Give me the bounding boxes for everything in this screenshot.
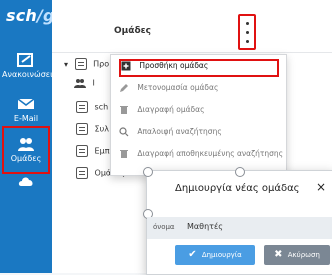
brand-logo[interactable]: sch/gr <box>6 6 63 30</box>
tree-item-label: sch <box>94 102 109 112</box>
more-options-button[interactable] <box>238 14 256 50</box>
sidebar: sch/gr Ανακοινώσεις E-Mail Ομάδες <box>0 0 63 273</box>
sidebar-item-announcements[interactable]: Ανακοινώσεις <box>2 44 58 92</box>
trash-icon <box>120 106 128 114</box>
menu-item-label: Απαλοιφή αναζήτησης <box>137 127 222 136</box>
brand-name: sch <box>6 6 37 25</box>
menu-item-add-group[interactable]: Προσθήκη ομάδας <box>119 59 279 77</box>
pencil-icon <box>120 84 128 92</box>
menu-item-label: Μετονομασία ομάδας <box>137 83 219 92</box>
cancel-button-label: Ακύρωση <box>287 251 320 259</box>
sidebar-item-label: Ομάδες <box>10 154 42 163</box>
menu-item-label: Προσθήκη ομάδας <box>139 61 209 70</box>
group-icon <box>74 58 87 70</box>
check-icon: ✔ <box>188 249 197 260</box>
groups-icon <box>18 138 34 151</box>
group-icon <box>76 167 88 179</box>
sidebar-item-label: Ανακοινώσεις <box>2 70 58 79</box>
page-title: Ομάδες <box>114 26 151 36</box>
create-button-label: Δημιουργία <box>201 251 242 259</box>
sidebar-item-label: E-Mail <box>13 114 39 123</box>
header: Ομάδες <box>52 0 332 53</box>
tree-item-label: Ι <box>92 78 95 88</box>
dot-icon <box>245 22 249 25</box>
cloud-icon <box>18 177 33 186</box>
add-square-icon <box>121 61 131 71</box>
create-button[interactable]: ✔ Δημιουργία <box>175 245 255 265</box>
tree-item[interactable]: Εμπ <box>76 145 110 163</box>
dot-icon <box>245 40 249 43</box>
group-icon <box>76 101 88 113</box>
dot-icon <box>245 31 249 34</box>
mail-icon <box>17 98 35 109</box>
users-icon <box>74 79 86 88</box>
resize-handle[interactable] <box>235 167 245 177</box>
cancel-button[interactable]: ✖ Ακύρωση <box>264 245 330 265</box>
group-icon <box>76 145 88 157</box>
menu-item-rename-group[interactable]: Μετονομασία ομάδας <box>119 83 279 101</box>
create-group-dialog: Δημιουργία νέας ομάδας × όνομα Μαθητές ✔… <box>143 167 332 275</box>
name-label: όνομα <box>153 223 175 231</box>
trash-icon <box>120 150 128 158</box>
tree-item-label: Εμπ <box>94 146 110 156</box>
tree-item[interactable]: ▾ Προ <box>64 58 109 76</box>
announcement-icon <box>17 53 33 67</box>
tree-item[interactable]: Συλ <box>76 123 109 141</box>
resize-handle[interactable] <box>143 167 153 177</box>
x-icon: ✖ <box>274 249 283 260</box>
group-icon <box>76 123 88 135</box>
menu-item-clear-search[interactable]: Απαλοιφή αναζήτησης <box>119 127 279 145</box>
tree-item-label: Προ <box>93 59 110 69</box>
tree-item[interactable]: sch <box>76 101 108 119</box>
context-menu: Προσθήκη ομάδας Μετονομασία ομάδας Διαγρ… <box>110 54 287 176</box>
search-icon <box>119 127 129 137</box>
menu-item-delete-saved-search[interactable]: Διαγραφή αποθηκευμένης αναζήτησης <box>119 149 283 167</box>
name-input[interactable]: Μαθητές <box>187 222 223 231</box>
sidebar-item-cloud[interactable] <box>2 165 50 213</box>
dialog-title: Δημιουργία νέας ομάδας <box>175 183 300 194</box>
chevron-down-icon[interactable]: ▾ <box>64 60 68 69</box>
tree-item-label: Συλ <box>94 124 109 134</box>
close-icon[interactable]: × <box>315 180 327 194</box>
menu-item-label: Διαγραφή ομάδας <box>137 105 205 114</box>
menu-item-delete-group[interactable]: Διαγραφή ομάδας <box>119 105 279 123</box>
tree-subitem[interactable]: Ι <box>74 78 95 96</box>
menu-item-label: Διαγραφή αποθηκευμένης αναζήτησης <box>137 149 284 158</box>
